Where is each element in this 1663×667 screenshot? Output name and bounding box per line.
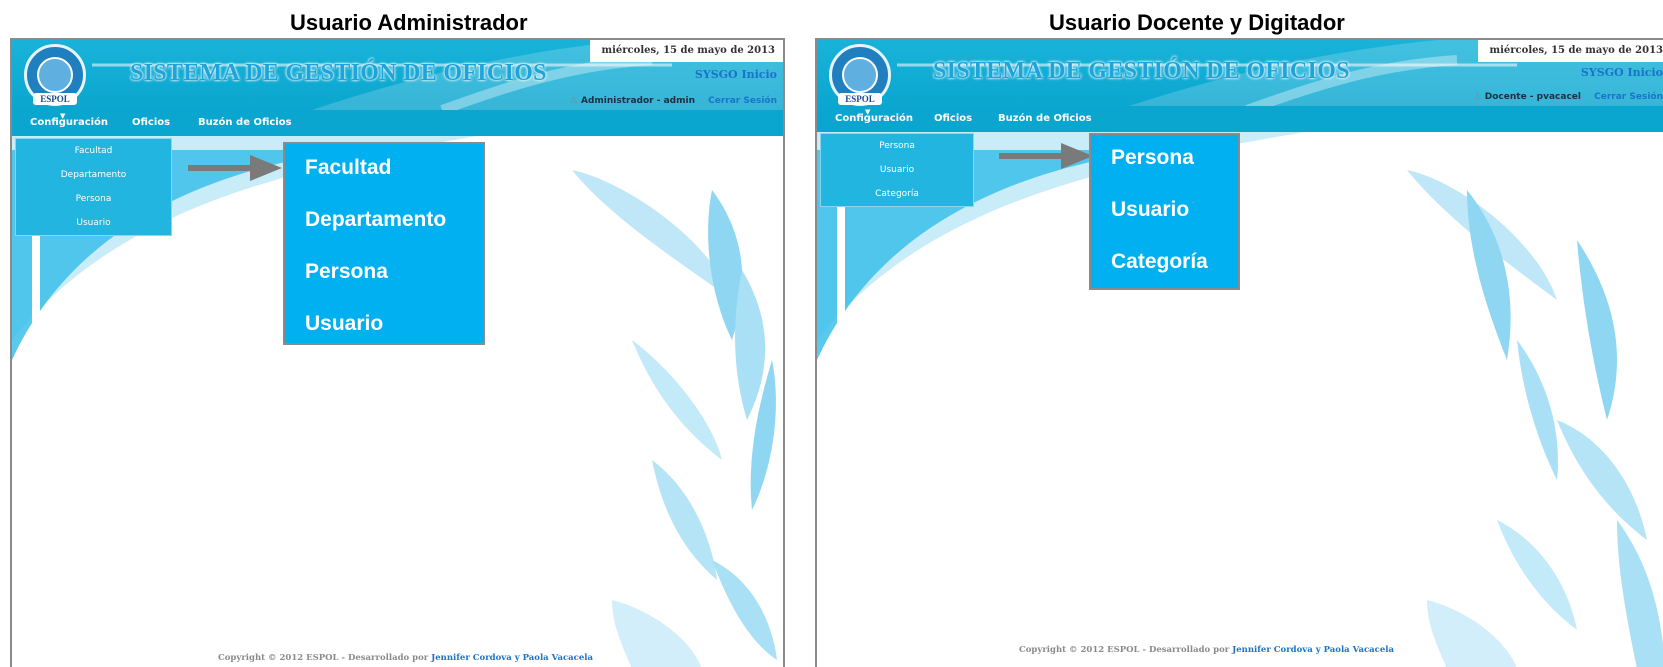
footer-copyright: Copyright © 2012 ESPOL - Desarrollado po… xyxy=(1019,645,1394,655)
app-header: ESPOL SISTEMA DE GESTIÓN DE OFICIOS miér… xyxy=(12,40,783,110)
menu-oficios[interactable]: Oficios xyxy=(934,106,972,132)
panel-caption-docente: Usuario Docente y Digitador xyxy=(1049,10,1345,35)
logout-link[interactable]: Cerrar Sesión xyxy=(708,96,777,106)
dropdown-item-persona[interactable]: Persona xyxy=(821,134,973,158)
espol-logo: ESPOL xyxy=(829,44,891,106)
app-title: SISTEMA DE GESTIÓN DE OFICIOS xyxy=(933,58,1350,84)
callout-arrow xyxy=(999,153,1063,159)
callout-item-persona: Persona xyxy=(305,260,388,283)
user-name: Docente - pvacacel xyxy=(1484,92,1581,102)
callout-arrow xyxy=(188,165,252,171)
callout-item-departamento: Departamento xyxy=(305,208,447,231)
menu-buzon-oficios[interactable]: Buzón de Oficios xyxy=(998,106,1092,132)
current-date: miércoles, 15 de mayo de 2013 xyxy=(1477,40,1663,62)
espol-logo: ESPOL xyxy=(24,44,86,106)
menu-callout: Persona Usuario Categoría xyxy=(1089,133,1240,290)
chevron-down-icon: ▼ xyxy=(60,112,66,120)
logout-link[interactable]: Cerrar Sesión xyxy=(1594,92,1663,102)
chevron-down-icon: ▼ xyxy=(865,108,871,116)
app-header: ESPOL SISTEMA DE GESTIÓN DE OFICIOS miér… xyxy=(817,40,1663,110)
callout-item-categoria: Categoría xyxy=(1111,250,1208,273)
user-info: ⚠ Administrador - admin Cerrar Sesión xyxy=(570,96,777,106)
footer-copyright: Copyright © 2012 ESPOL - Desarrollado po… xyxy=(218,653,593,663)
callout-item-persona: Persona xyxy=(1111,146,1194,169)
main-menu: ▼ Configuración Oficios Buzón de Oficios xyxy=(817,106,1663,132)
dropdown-item-facultad[interactable]: Facultad xyxy=(16,139,171,163)
arrow-right-icon xyxy=(250,155,282,181)
dropdown-item-categoria[interactable]: Categoría xyxy=(821,182,973,206)
user-info: ⚠ Docente - pvacacel Cerrar Sesión xyxy=(1474,92,1663,102)
footer-authors-link[interactable]: Jennifer Cordova y Paola Vacacela xyxy=(431,653,593,663)
configuracion-dropdown: Facultad Departamento Persona Usuario xyxy=(15,138,172,236)
callout-item-facultad: Facultad xyxy=(305,156,392,179)
main-menu: ▼ Configuración Oficios Buzón de Oficios xyxy=(12,110,783,136)
dropdown-item-usuario[interactable]: Usuario xyxy=(821,158,973,182)
dropdown-item-persona[interactable]: Persona xyxy=(16,187,171,211)
warning-icon: ⚠ xyxy=(569,96,578,106)
home-link[interactable]: SYSGO Inicio xyxy=(1581,66,1663,79)
menu-oficios[interactable]: Oficios xyxy=(132,110,170,136)
callout-item-usuario: Usuario xyxy=(305,312,384,335)
menu-callout: Facultad Departamento Persona Usuario xyxy=(283,142,485,345)
menu-configuracion[interactable]: ▼ Configuración xyxy=(835,106,913,132)
screenshot-docente: ESPOL SISTEMA DE GESTIÓN DE OFICIOS miér… xyxy=(815,38,1663,667)
warning-icon: ⚠ xyxy=(1473,92,1482,102)
current-date: miércoles, 15 de mayo de 2013 xyxy=(589,40,783,62)
app-title: SISTEMA DE GESTIÓN DE OFICIOS xyxy=(130,60,547,86)
menu-configuracion[interactable]: ▼ Configuración xyxy=(30,110,108,136)
home-link[interactable]: SYSGO Inicio xyxy=(695,68,777,81)
panel-caption-admin: Usuario Administrador xyxy=(290,10,528,35)
menu-buzon-oficios[interactable]: Buzón de Oficios xyxy=(198,110,292,136)
configuracion-dropdown: Persona Usuario Categoría xyxy=(820,133,974,207)
screenshot-admin: ESPOL SISTEMA DE GESTIÓN DE OFICIOS miér… xyxy=(10,38,785,667)
footer-authors-link[interactable]: Jennifer Cordova y Paola Vacacela xyxy=(1232,645,1394,655)
dropdown-item-usuario[interactable]: Usuario xyxy=(16,211,171,235)
user-name: Administrador - admin xyxy=(581,96,695,106)
callout-item-usuario: Usuario xyxy=(1111,198,1190,221)
dropdown-item-departamento[interactable]: Departamento xyxy=(16,163,171,187)
